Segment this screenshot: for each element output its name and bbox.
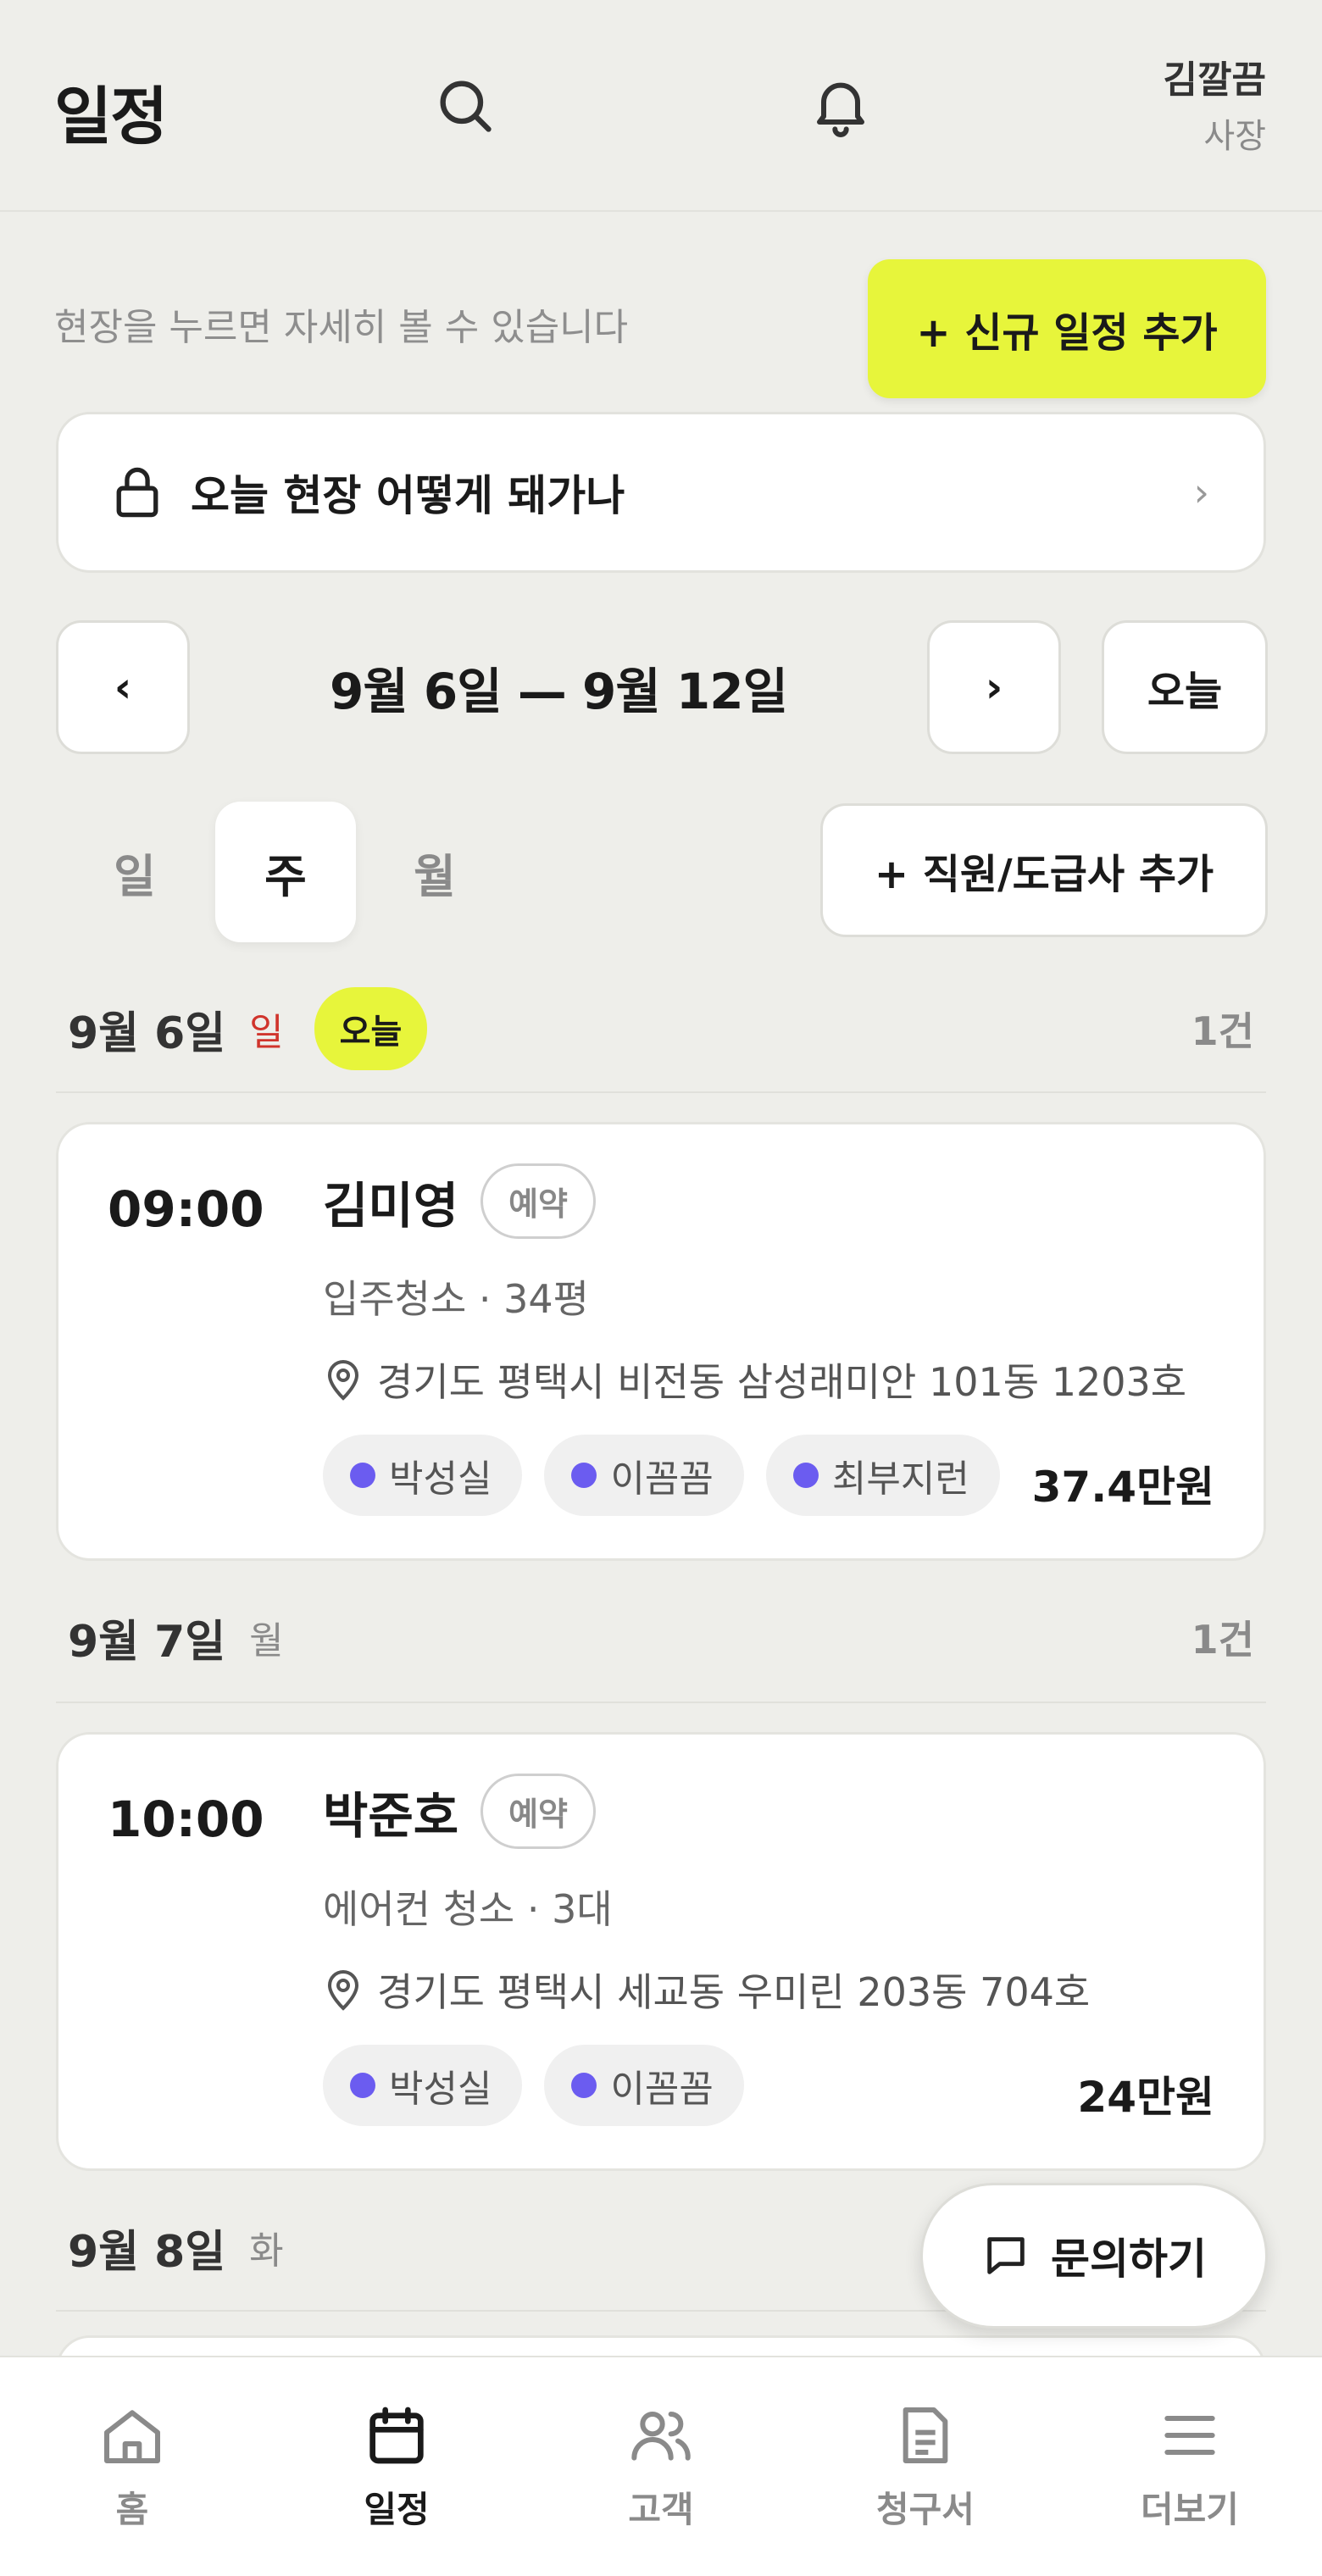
job-price: 24만원 [1077, 2073, 1214, 2122]
staff-dot [350, 2073, 375, 2098]
day-header: 9월 7일 월 1건 [68, 1595, 1254, 1679]
staff-dot [792, 1463, 819, 1488]
calendar-icon [369, 2407, 424, 2464]
status-badge: 예약 [480, 1163, 597, 1239]
staff-chip: 박성실 [323, 1435, 523, 1516]
nav-label: 청구서 [876, 2489, 975, 2530]
day-header: 9월 6일 일 오늘 1건 [68, 986, 1254, 1071]
document-icon [903, 2407, 948, 2463]
nav-label: 홈 [115, 2489, 149, 2530]
next-week-button[interactable]: › [927, 620, 1061, 754]
prev-week-button[interactable]: ‹ [56, 620, 190, 754]
day-count: 1건 [1191, 1008, 1254, 1054]
divider [56, 1702, 1266, 1703]
staff-list: 박성실 이꼼꼼 최부지런 [323, 1435, 1022, 1516]
customer-name-text: 박준호 [323, 1786, 459, 1845]
customer-name: 김미영 예약 [323, 1163, 597, 1239]
nav-more[interactable]: 더보기 [1058, 2357, 1322, 2576]
job-time: 10:00 [108, 1790, 264, 1848]
service-info: 에어컨 청소 · 3대 [323, 1886, 613, 1932]
nav-schedule[interactable]: 일정 [264, 2357, 529, 2576]
user-role: 사장 [1203, 117, 1266, 156]
job-address: 경기도 평택시 세교동 우미린 203동 704호 [323, 1962, 1090, 2018]
add-staff-button[interactable]: + 직원/도급사 추가 [820, 803, 1268, 937]
user-name: 김깔끔 [1163, 58, 1266, 102]
staff-list: 박성실 이꼼꼼 [323, 2045, 766, 2126]
tab-month[interactable]: 월 [364, 802, 505, 942]
nav-label: 고객 [628, 2489, 694, 2530]
today-button[interactable]: 오늘 [1102, 620, 1268, 754]
staff-name: 박성실 [389, 1457, 492, 1501]
staff-chip: 이꼼꼼 [544, 1435, 744, 1516]
location-pin-icon [327, 1360, 359, 1401]
menu-icon [1164, 2416, 1215, 2455]
address-text: 경기도 평택시 세교동 우미린 203동 704호 [377, 1969, 1091, 2015]
date-range: 9월 6일 — 9월 12일 [330, 663, 788, 720]
day-weekday: 월 [249, 1619, 284, 1663]
staff-chip: 박성실 [323, 2045, 523, 2126]
nav-customers[interactable]: 고객 [529, 2357, 793, 2576]
today-badge: 오늘 [314, 987, 428, 1070]
nav-invoices[interactable]: 청구서 [793, 2357, 1058, 2576]
inquiry-label: 문의하기 [1051, 2235, 1207, 2284]
job-price: 37.4만원 [1031, 1463, 1214, 1512]
staff-name: 박성실 [389, 2068, 492, 2111]
search-icon[interactable] [432, 73, 497, 137]
bell-icon[interactable] [807, 71, 875, 139]
staff-name: 최부지런 [831, 1457, 969, 1501]
customer-name: 박준호 예약 [323, 1774, 597, 1849]
hint-text: 현장을 누르면 자세히 볼 수 있습니다 [54, 306, 629, 349]
tab-day[interactable]: 일 [64, 802, 205, 942]
day-header: 9월 8일 화 [68, 2205, 830, 2290]
chat-bubble-icon [987, 2237, 1025, 2274]
day-date: 9월 8일 [68, 2226, 226, 2278]
app-header: 일정 김깔끔 사장 [0, 0, 1322, 212]
nav-label: 일정 [364, 2489, 430, 2530]
banner-text: 오늘 현장 어떻게 돼가나 [191, 471, 625, 520]
chevron-right-icon: › [1193, 469, 1209, 515]
service-info: 입주청소 · 34평 [323, 1276, 589, 1322]
staff-name: 이꼼꼼 [610, 1457, 714, 1501]
status-badge: 예약 [480, 1774, 597, 1849]
staff-chip: 이꼼꼼 [544, 2045, 744, 2126]
day-date: 9월 6일 [68, 1008, 226, 1059]
home-icon [104, 2410, 160, 2463]
address-text: 경기도 평택시 비전동 삼성래미안 101동 1203호 [377, 1359, 1187, 1405]
bottom-nav: 홈 일정 고객 청구서 더보기 [0, 2356, 1322, 2576]
tab-week[interactable]: 주 [215, 802, 356, 942]
new-schedule-button[interactable]: + 신규 일정 추가 [868, 259, 1266, 398]
staff-chip: 최부지런 [765, 1435, 1000, 1516]
customer-name-text: 김미영 [323, 1176, 459, 1235]
lock-icon [116, 467, 158, 518]
day-count: 1건 [1191, 1617, 1254, 1663]
staff-name: 이꼼꼼 [610, 2068, 714, 2111]
nav-home[interactable]: 홈 [0, 2357, 264, 2576]
inquiry-button[interactable]: 문의하기 [920, 2183, 1268, 2329]
schedule-card[interactable]: 10:00 박준호 예약 에어컨 청소 · 3대 경기도 평택시 세교동 우미린… [56, 1732, 1266, 2171]
day-weekday: 일 [249, 1011, 284, 1054]
users-icon [631, 2412, 691, 2461]
page-title: 일정 [54, 80, 168, 153]
nav-label: 더보기 [1141, 2489, 1239, 2530]
day-weekday: 화 [249, 2229, 284, 2273]
staff-dot [571, 1463, 597, 1488]
divider [56, 1091, 1266, 1093]
staff-dot [350, 1463, 375, 1488]
location-pin-icon [327, 1970, 359, 2011]
job-address: 경기도 평택시 비전동 삼성래미안 101동 1203호 [323, 1352, 1186, 1407]
today-status-banner[interactable]: 오늘 현장 어떻게 돼가나 › [56, 412, 1266, 573]
schedule-card[interactable]: 09:00 김미영 예약 입주청소 · 34평 경기도 평택시 비전동 삼성래미… [56, 1122, 1266, 1561]
user-profile[interactable]: 김깔끔 사장 [1164, 49, 1266, 158]
staff-dot [571, 2073, 597, 2098]
day-date: 9월 7일 [68, 1616, 226, 1668]
job-time: 09:00 [108, 1180, 264, 1238]
